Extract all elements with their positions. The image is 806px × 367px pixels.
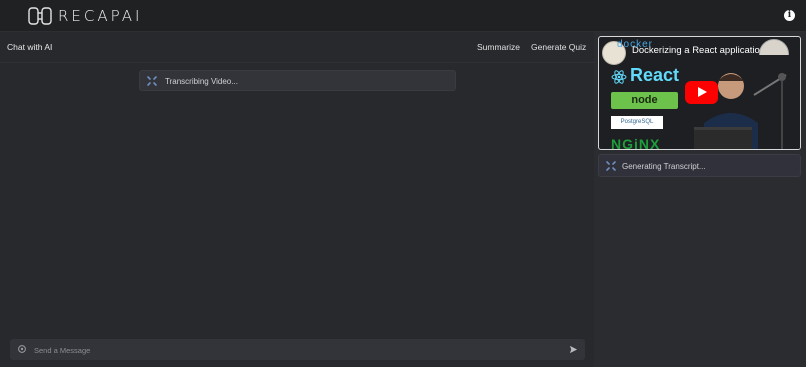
- app-logo[interactable]: RECAPAI: [28, 7, 142, 25]
- chat-header: Chat with AI Summarize Generate Quiz: [0, 32, 594, 63]
- node-logo: node: [611, 92, 678, 109]
- video-sidebar: docker Dockerizing a React applicatio...…: [594, 32, 806, 367]
- status-text: Transcribing Video...: [165, 77, 238, 86]
- logo-mark-icon: [28, 7, 52, 25]
- info-icon[interactable]: i: [784, 10, 795, 21]
- message-input[interactable]: [32, 342, 556, 359]
- postgresql-logo: PostgreSQL: [611, 116, 663, 129]
- react-logo-text: React: [630, 65, 680, 85]
- generate-quiz-button[interactable]: Generate Quiz: [531, 42, 586, 52]
- chat-title: Chat with AI: [7, 42, 53, 52]
- loading-spinner-icon: [606, 161, 616, 171]
- transcribing-status: Transcribing Video...: [139, 70, 456, 91]
- nginx-logo: NGiNX: [611, 136, 661, 150]
- loading-spinner-icon: [147, 76, 157, 86]
- top-bar: RECAPAI i: [0, 0, 806, 32]
- transcript-status-text: Generating Transcript...: [622, 162, 706, 171]
- settings-icon[interactable]: [17, 344, 27, 354]
- send-icon[interactable]: [569, 345, 578, 354]
- summarize-button[interactable]: Summarize: [477, 42, 520, 52]
- message-bar: [10, 339, 585, 360]
- play-button[interactable]: [685, 81, 718, 104]
- video-player[interactable]: docker Dockerizing a React applicatio...…: [598, 36, 801, 150]
- transcript-status: Generating Transcript...: [598, 154, 801, 177]
- react-logo-icon: [611, 70, 627, 84]
- brand-name: RECAPAI: [58, 7, 143, 25]
- chat-panel: Chat with AI Summarize Generate Quiz Tra…: [0, 32, 594, 367]
